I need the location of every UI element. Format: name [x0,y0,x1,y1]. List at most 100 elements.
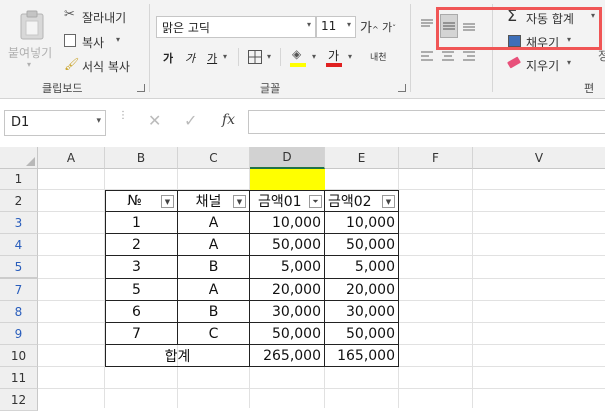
table-cell[interactable]: 6 [105,300,178,323]
chevron-down-icon[interactable]: ▾ [348,52,352,61]
row-header[interactable]: 10 [0,345,38,367]
filter-dropdown-icon[interactable]: ▼ [233,195,246,208]
insert-function-icon[interactable]: fx [222,112,235,128]
table-cell[interactable]: 20,000 [249,278,325,301]
column-header-c[interactable]: C [178,147,250,169]
table-cell[interactable]: 10,000 [324,211,399,234]
header-cell-amount01[interactable]: 금액01 ⏷ [249,190,325,212]
column-header-d[interactable]: D [250,147,325,169]
table-cell[interactable]: 20,000 [324,278,399,301]
total-cell-d[interactable]: 265,000 [249,344,325,367]
row-header[interactable]: 7 [0,279,38,301]
dialog-launcher-icon[interactable] [137,84,145,92]
divider [280,48,281,66]
selected-cell-d1[interactable] [250,169,325,190]
total-label-cell[interactable]: 합계 [105,344,250,367]
chevron-down-icon[interactable]: ▾ [267,52,271,61]
enter-icon[interactable]: ✓ [184,111,197,130]
align-center-icon[interactable] [441,50,455,62]
cut-button[interactable]: ✂ 잘라내기 [64,7,136,26]
paste-button[interactable]: 붙여넣기 ▾ [6,8,56,70]
select-all-triangle-icon [26,157,35,166]
decrease-font-size-icon[interactable]: 가ˇ [382,19,396,35]
copy-button[interactable]: 복사 ▾ [64,33,136,51]
paint-bucket-icon: ◈ [292,47,302,61]
align-top-icon[interactable] [420,18,434,32]
table-cell[interactable]: 50,000 [324,322,399,345]
table-cell[interactable]: A [177,233,250,256]
font-name-select[interactable]: 맑은 고딕 ▾ [156,16,316,38]
copy-icon [64,34,76,47]
row-header[interactable]: 4 [0,234,38,256]
table-cell[interactable]: 30,000 [324,300,399,323]
header-cell-amount02[interactable]: 금액02 ▼ [324,190,399,212]
align-right-icon[interactable] [462,50,476,62]
table-cell[interactable]: B [177,300,250,323]
italic-button[interactable]: 가 [185,50,195,66]
borders-icon[interactable] [248,50,262,64]
name-box[interactable]: D1 ▾ [4,110,106,136]
table-cell[interactable]: 5 [105,278,178,301]
row-header[interactable]: 2 [0,190,38,212]
font-color-swatch [326,63,342,67]
select-all-corner[interactable] [0,147,38,169]
divider [238,48,239,66]
table-cell[interactable]: 50,000 [324,233,399,256]
chevron-down-icon[interactable]: ▾ [312,52,316,61]
header-cell-no[interactable]: № ▼ [105,190,178,212]
table-cell[interactable]: 10,000 [249,211,325,234]
chevron-down-icon[interactable]: ▾ [223,52,227,61]
row-header[interactable]: 9 [0,323,38,345]
header-cell-channel[interactable]: 채널 ▼ [177,190,250,212]
table-cell[interactable]: 30,000 [249,300,325,323]
filter-dropdown-icon[interactable]: ▼ [161,195,174,208]
row-header[interactable]: 5 [0,256,38,279]
font-group-title: 글꼴 [260,82,281,95]
font-color-glyph: 가 [328,49,340,63]
header-label: № [127,193,142,209]
font-size-select[interactable]: 11 ▾ [316,16,356,38]
table-cell[interactable]: 3 [105,255,178,279]
formula-input[interactable] [248,110,605,134]
total-cell-e[interactable]: 165,000 [324,344,399,367]
table-cell[interactable]: A [177,278,250,301]
filter-active-icon[interactable]: ⏷ [309,195,322,208]
column-header-a[interactable]: A [38,147,105,169]
font-color-button[interactable]: 가 [326,46,344,68]
table-cell[interactable]: 5,000 [324,255,399,279]
table-cell[interactable]: C [177,322,250,345]
bold-button[interactable]: 가 [163,50,173,66]
row-header[interactable]: 11 [0,367,38,389]
table-cell[interactable]: 50,000 [249,322,325,345]
row-header[interactable]: 1 [0,169,38,190]
column-header-v[interactable]: V [473,147,605,169]
column-header-f[interactable]: F [399,147,473,169]
gridline [38,388,605,389]
phonetic-guide-button[interactable]: 내천 [370,50,387,63]
column-header-b[interactable]: B [105,147,178,169]
table-cell[interactable]: B [177,255,250,279]
row-header[interactable]: 8 [0,301,38,323]
row-header[interactable]: 3 [0,212,38,234]
name-box-value: D1 [11,115,30,130]
copy-label: 복사 [82,36,105,50]
paintbrush-icon: 🖌 [64,57,80,71]
table-cell[interactable]: 1 [105,211,178,234]
table-cell[interactable]: 7 [105,322,178,345]
clear-button[interactable]: 지우기 ▾ [507,56,587,74]
table-cell[interactable]: 50,000 [249,233,325,256]
paste-label: 붙여넣기 [8,46,53,60]
increase-font-size-icon[interactable]: 가^ [360,17,379,36]
fill-color-button[interactable]: ◈ [290,46,308,68]
table-cell[interactable]: A [177,211,250,234]
dialog-launcher-icon[interactable] [398,84,406,92]
underline-button[interactable]: 가 [207,50,217,66]
table-cell[interactable]: 2 [105,233,178,256]
filter-dropdown-icon[interactable]: ▼ [382,195,395,208]
cancel-icon[interactable]: ✕ [148,111,161,130]
column-header-e[interactable]: E [325,147,399,169]
align-left-icon[interactable] [420,50,434,62]
format-painter-button[interactable]: 🖌 서식 복사 [64,57,144,75]
table-cell[interactable]: 5,000 [249,255,325,279]
worksheet-grid[interactable]: A B C D E F V 1 2 3 4 5 7 8 9 10 11 12 №… [0,147,605,411]
